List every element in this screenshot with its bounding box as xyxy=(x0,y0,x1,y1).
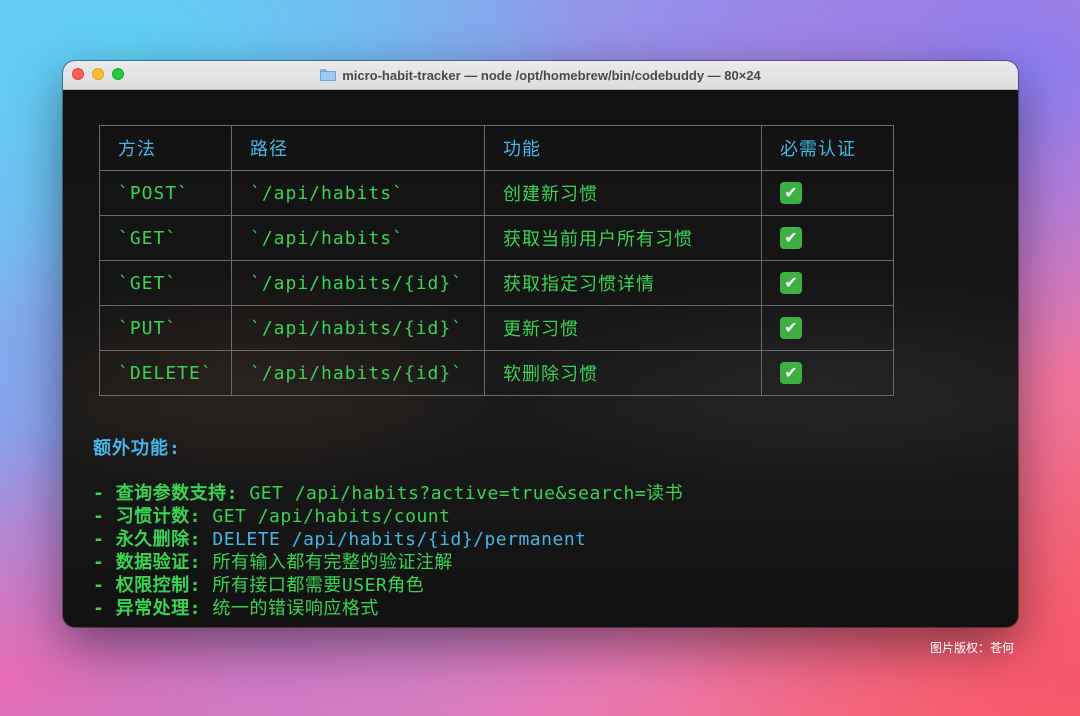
cell-method: `POST` xyxy=(99,170,232,216)
list-item: - 权限控制: 所有接口都需要USER角色 xyxy=(93,574,683,597)
cell-path: `/api/habits/{id}` xyxy=(231,350,485,396)
header-function: 功能 xyxy=(484,125,762,171)
terminal-content[interactable]: 方法 路径 功能 必需认证 `POST` `/api/habits` 创建新习惯… xyxy=(63,90,1018,627)
list-item: - 数据验证: 所有输入都有完整的验证注解 xyxy=(93,551,683,574)
cell-path: `/api/habits` xyxy=(231,170,485,216)
cell-auth: ✔ xyxy=(761,305,894,351)
list-item: - 永久删除: DELETE /api/habits/{id}/permanen… xyxy=(93,528,683,551)
check-mark-icon: ✔ xyxy=(780,362,802,384)
feature-label: 习惯计数: xyxy=(115,506,202,527)
feature-label: 数据验证: xyxy=(115,552,202,573)
feature-desc: GET /api/habits?active=true&search=读书 xyxy=(249,483,684,504)
api-endpoint-table: 方法 路径 功能 必需认证 `POST` `/api/habits` 创建新习惯… xyxy=(99,125,894,396)
feature-desc: GET /api/habits/count xyxy=(212,506,451,527)
title-bar[interactable]: micro-habit-tracker — node /opt/homebrew… xyxy=(63,61,1018,90)
minimize-button[interactable] xyxy=(92,68,104,80)
feature-label: 查询参数支持: xyxy=(115,483,239,504)
list-item: - 习惯计数: GET /api/habits/count xyxy=(93,505,683,528)
header-path: 路径 xyxy=(231,125,485,171)
maximize-button[interactable] xyxy=(112,68,124,80)
table-header-row: 方法 路径 功能 必需认证 xyxy=(99,125,894,171)
check-mark-icon: ✔ xyxy=(780,182,802,204)
header-auth: 必需认证 xyxy=(761,125,894,171)
close-button[interactable] xyxy=(72,68,84,80)
cell-path: `/api/habits/{id}` xyxy=(231,260,485,306)
cell-path: `/api/habits/{id}` xyxy=(231,305,485,351)
cell-function: 获取指定习惯详情 xyxy=(484,260,762,306)
cell-method: `GET` xyxy=(99,215,232,261)
cell-function: 软删除习惯 xyxy=(484,350,762,396)
table-row: `GET` `/api/habits` 获取当前用户所有习惯 ✔ xyxy=(99,215,894,261)
header-method: 方法 xyxy=(99,125,232,171)
feature-desc: 所有输入都有完整的验证注解 xyxy=(212,552,453,573)
check-mark-icon: ✔ xyxy=(780,227,802,249)
check-mark-icon: ✔ xyxy=(780,317,802,339)
cell-path: `/api/habits` xyxy=(231,215,485,261)
feature-label: 异常处理: xyxy=(115,598,202,619)
cell-auth: ✔ xyxy=(761,260,894,306)
cell-method: `GET` xyxy=(99,260,232,306)
cell-function: 创建新习惯 xyxy=(484,170,762,216)
window-title: micro-habit-tracker — node /opt/homebrew… xyxy=(342,67,761,83)
bullet-dash: - xyxy=(93,598,105,619)
feature-label: 永久删除: xyxy=(115,529,202,550)
image-credit: 图片版权：苍何 xyxy=(930,641,1015,655)
feature-desc: DELETE /api/habits/{id}/permanent xyxy=(212,529,587,550)
bullet-dash: - xyxy=(93,552,105,573)
table-row: `DELETE` `/api/habits/{id}` 软删除习惯 ✔ xyxy=(99,350,894,396)
cell-method: `DELETE` xyxy=(99,350,232,396)
check-mark-icon: ✔ xyxy=(780,272,802,294)
folder-icon xyxy=(320,69,337,81)
table-row: `GET` `/api/habits/{id}` 获取指定习惯详情 ✔ xyxy=(99,260,894,306)
bullet-dash: - xyxy=(93,575,105,596)
cell-auth: ✔ xyxy=(761,215,894,261)
list-item: - 异常处理: 统一的错误响应格式 xyxy=(93,597,683,620)
cell-auth: ✔ xyxy=(761,350,894,396)
bullet-dash: - xyxy=(93,483,105,504)
bullet-dash: - xyxy=(93,506,105,527)
cell-function: 更新习惯 xyxy=(484,305,762,351)
table-row: `PUT` `/api/habits/{id}` 更新习惯 ✔ xyxy=(99,305,894,351)
window-title-group: micro-habit-tracker — node /opt/homebrew… xyxy=(63,61,1018,89)
feature-desc: 所有接口都需要USER角色 xyxy=(212,575,425,596)
bullet-dash: - xyxy=(93,529,105,550)
extra-features-heading: 额外功能: xyxy=(93,438,181,459)
cell-function: 获取当前用户所有习惯 xyxy=(484,215,762,261)
feature-desc: 统一的错误响应格式 xyxy=(212,598,379,619)
terminal-window: micro-habit-tracker — node /opt/homebrew… xyxy=(63,61,1018,627)
feature-label: 权限控制: xyxy=(115,575,202,596)
window-controls xyxy=(72,68,124,80)
table-row: `POST` `/api/habits` 创建新习惯 ✔ xyxy=(99,170,894,216)
cell-auth: ✔ xyxy=(761,170,894,216)
extra-features-list: - 查询参数支持: GET /api/habits?active=true&se… xyxy=(93,482,683,620)
cell-method: `PUT` xyxy=(99,305,232,351)
list-item: - 查询参数支持: GET /api/habits?active=true&se… xyxy=(93,482,683,505)
